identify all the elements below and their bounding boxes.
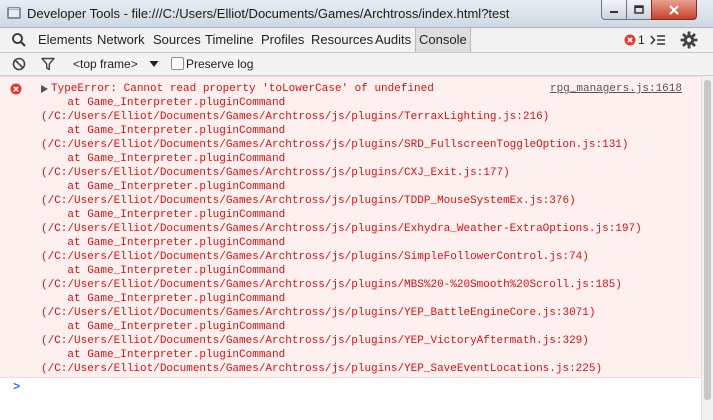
close-button[interactable] [651,0,697,20]
error-icon [10,83,22,95]
preserve-log-label: Preserve log [186,57,254,71]
stack-trace-line: at Game_Interpreter.pluginCommand [41,153,286,165]
stack-trace-line: at Game_Interpreter.pluginCommand [41,125,286,137]
console-scrollbar[interactable] [701,76,713,420]
window-title: Developer Tools - file:///C:/Users/Ellio… [27,6,510,21]
console-output: TypeError: Cannot read property 'toLower… [0,76,713,420]
frame-select-label: <top frame> [73,57,138,71]
tab-timeline[interactable]: Timeline [205,28,254,52]
clear-console-icon[interactable] [12,57,26,71]
stack-trace-line: (/C:/Users/Elliot/Documents/Games/Archtr… [41,139,629,151]
preserve-log-checkbox[interactable] [171,57,184,70]
minimize-icon [610,10,618,13]
stack-trace: TypeError: Cannot read property 'toLower… [41,82,642,376]
drawer-toggle-icon[interactable] [650,33,666,47]
stack-trace-line: at Game_Interpreter.pluginCommand [41,97,286,109]
stack-trace-line: (/C:/Users/Elliot/Documents/Games/Archtr… [41,307,596,319]
prompt-chevron: > [13,380,21,394]
tab-network[interactable]: Network [97,28,145,52]
stack-trace-line: at Game_Interpreter.pluginCommand [41,349,286,361]
maximize-icon [634,4,644,14]
stack-trace-line: at Game_Interpreter.pluginCommand [41,209,286,221]
close-icon [669,4,679,15]
stack-trace-line: (/C:/Users/Elliot/Documents/Games/Archtr… [41,223,642,235]
stack-trace-line: (/C:/Users/Elliot/Documents/Games/Archtr… [41,279,622,291]
minimize-button[interactable] [601,0,627,20]
stack-trace-line: at Game_Interpreter.pluginCommand [41,181,286,193]
error-count: 1 [638,33,645,47]
stack-trace-line: (/C:/Users/Elliot/Documents/Games/Archtr… [41,195,576,207]
source-link[interactable]: rpg_managers.js:1618 [550,82,682,96]
console-toolbar: <top frame> Preserve log [0,53,713,76]
tab-elements[interactable]: Elements [38,28,92,52]
gear-icon[interactable] [680,31,698,49]
console-prompt[interactable]: > [13,380,20,394]
tab-resources[interactable]: Resources [311,28,373,52]
stack-trace-line: at Game_Interpreter.pluginCommand [41,293,286,305]
frame-select[interactable]: <top frame> [65,53,159,75]
stack-trace-line: (/C:/Users/Elliot/Documents/Games/Archtr… [41,251,589,263]
error-icon [624,34,636,46]
stack-trace-line: at Game_Interpreter.pluginCommand [41,237,286,249]
title-bar[interactable]: Developer Tools - file:///C:/Users/Ellio… [0,0,713,28]
panel-tab-bar: Elements Network Sources Timeline Profil… [0,28,713,53]
stack-trace-line: (/C:/Users/Elliot/Documents/Games/Archtr… [41,111,550,123]
console-error-message: TypeError: Cannot read property 'toLower… [0,76,713,378]
devtools-app-icon [7,7,21,19]
maximize-button[interactable] [626,0,652,20]
devtools-window: Developer Tools - file:///C:/Users/Ellio… [0,0,713,420]
stack-trace-line: at Game_Interpreter.pluginCommand [41,265,286,277]
stack-trace-line: at Game_Interpreter.pluginCommand [41,321,286,333]
tab-profiles[interactable]: Profiles [261,28,304,52]
search-icon[interactable] [11,32,27,48]
tab-sources[interactable]: Sources [153,28,201,52]
error-counter[interactable]: 1 [624,33,645,47]
stack-trace-line: (/C:/Users/Elliot/Documents/Games/Archtr… [41,363,603,375]
stack-trace-line: (/C:/Users/Elliot/Documents/Games/Archtr… [41,167,510,179]
tab-console[interactable]: Console [415,28,471,52]
tab-audits[interactable]: Audits [375,28,411,52]
dropdown-arrow-icon [149,61,159,67]
filter-icon[interactable] [41,57,55,71]
scrollbar-thumb[interactable] [704,80,711,400]
stack-trace-line: (/C:/Users/Elliot/Documents/Games/Archtr… [41,335,589,347]
